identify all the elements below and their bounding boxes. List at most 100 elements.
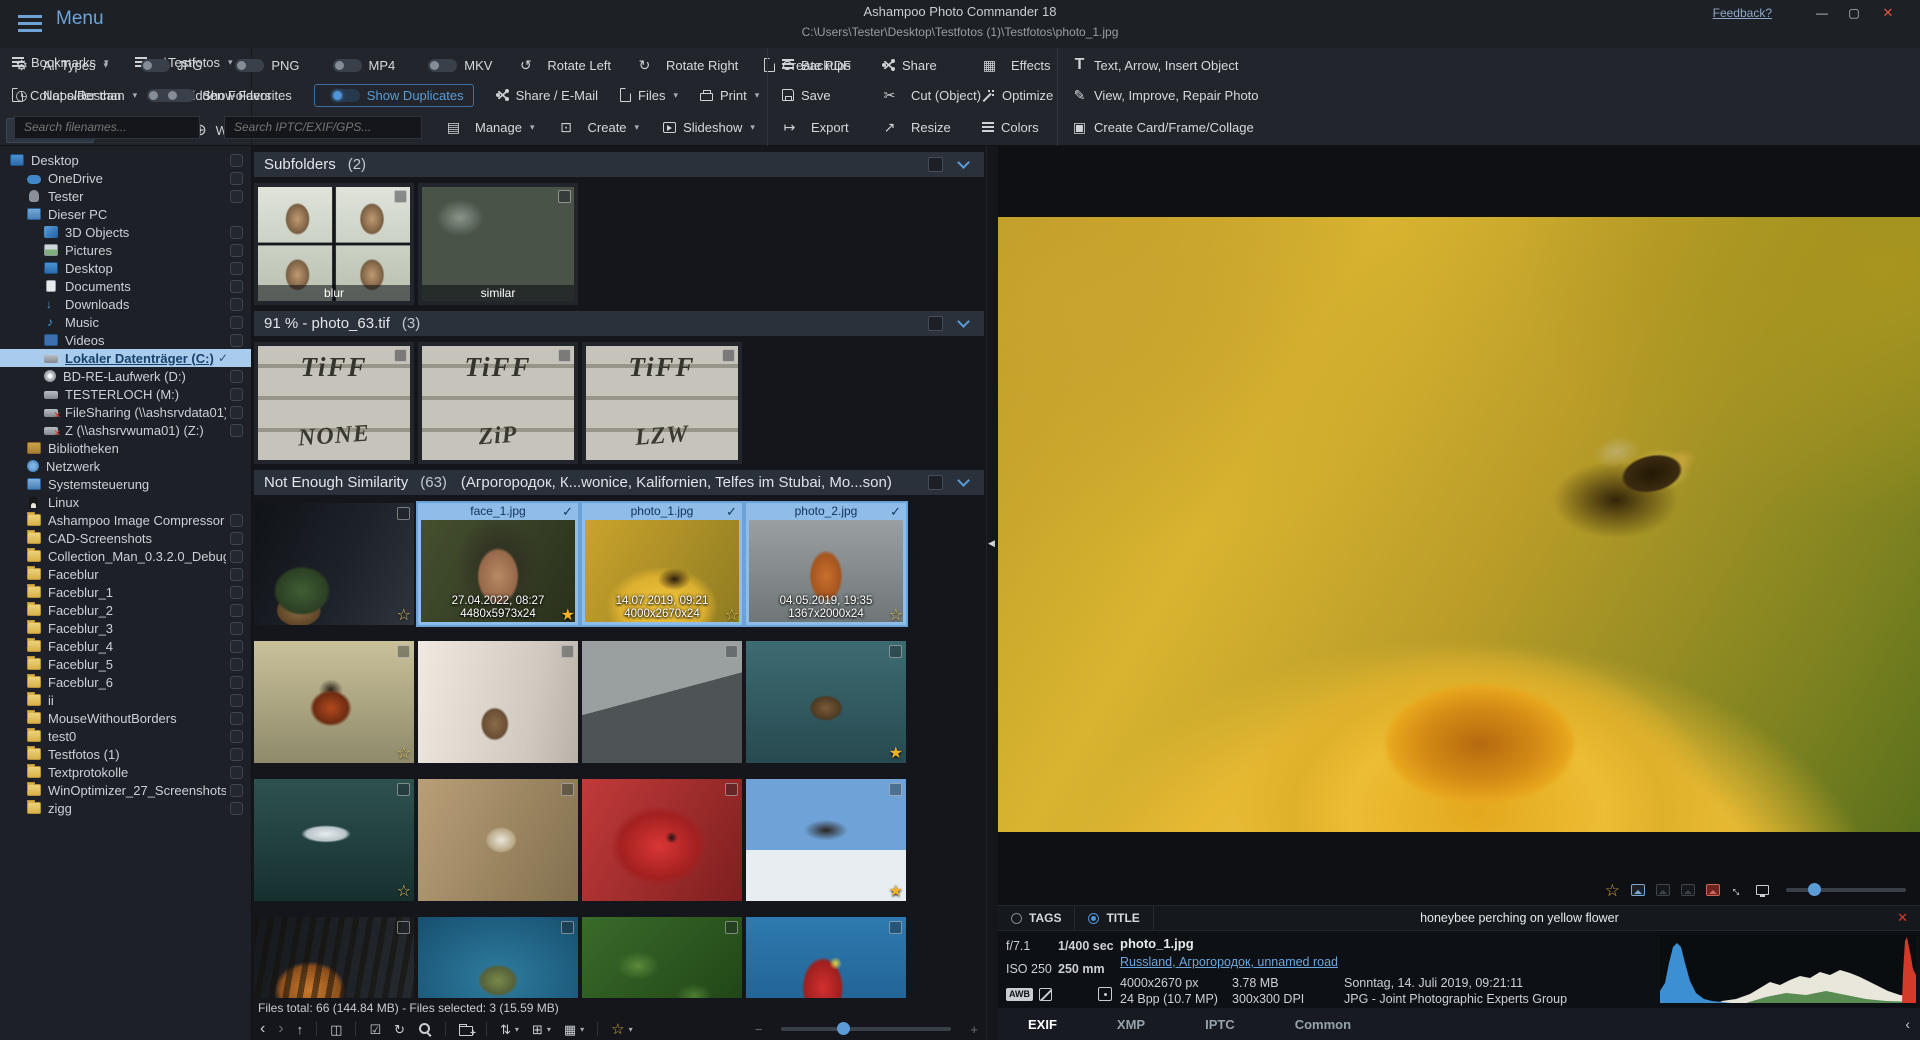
folder-checkbox[interactable]: [230, 514, 243, 527]
tab-common[interactable]: Common: [1265, 1017, 1381, 1032]
monitor-icon[interactable]: [1756, 885, 1769, 895]
folder-checkbox[interactable]: [230, 298, 243, 311]
folder-tree-item[interactable]: Ashampoo Image Compressor: [0, 511, 251, 529]
thumbnail-checkbox[interactable]: [397, 507, 410, 520]
folder-checkbox[interactable]: [230, 424, 243, 437]
folder-tree-item[interactable]: Faceblur: [0, 565, 251, 583]
thumbnail-checkbox[interactable]: [722, 349, 735, 362]
subfolder-thumbnail[interactable]: blur: [254, 183, 414, 305]
favorite-star-icon[interactable]: ★: [889, 882, 903, 901]
thumbnail-checkbox[interactable]: [725, 645, 738, 658]
thumbnail-checkbox[interactable]: [558, 190, 571, 203]
folder-tree-item[interactable]: Pictures: [0, 241, 251, 259]
thumbnail-zoom-slider[interactable]: [781, 1027, 951, 1031]
folder-tree-item[interactable]: 3D Objects: [0, 223, 251, 241]
tiff-thumbnail[interactable]: TiFF LZW: [582, 342, 742, 464]
favorite-star-icon[interactable]: ☆: [397, 882, 411, 901]
folder-checkbox[interactable]: [230, 748, 243, 761]
maximize-button[interactable]: ▢: [1842, 4, 1866, 22]
folder-checkbox[interactable]: [230, 622, 243, 635]
panel-splitter[interactable]: ◀: [986, 146, 998, 1040]
folder-checkbox[interactable]: [230, 586, 243, 599]
folder-tree-item[interactable]: zigg: [0, 799, 251, 817]
folder-checkbox[interactable]: [230, 712, 243, 725]
section-checkbox[interactable]: [928, 475, 943, 490]
backups-button[interactable]: Backups: [782, 59, 882, 72]
folder-tree-item[interactable]: WinOptimizer_27_Screenshots: [0, 781, 251, 799]
favorite-star-icon[interactable]: ☆: [725, 606, 739, 625]
folder-checkbox[interactable]: [230, 676, 243, 689]
chevron-down-icon[interactable]: [957, 315, 970, 328]
subfolder-thumbnail[interactable]: similar: [418, 183, 578, 305]
favorite-star-icon[interactable]: ☆: [889, 606, 903, 625]
folder-tree-item[interactable]: Collection_Man_0.3.2.0_Debug_Tes: [0, 547, 251, 565]
folder-checkbox[interactable]: [230, 334, 243, 347]
photo-thumbnail[interactable]: ☆: [254, 503, 414, 625]
title-tab[interactable]: TITLE: [1075, 906, 1153, 930]
folder-tree-item[interactable]: Faceblur_1: [0, 583, 251, 601]
view-mode-3-button[interactable]: [1681, 884, 1695, 896]
folder-checkbox[interactable]: [230, 190, 243, 203]
photo-thumbnail[interactable]: ☆: [254, 779, 414, 901]
favorite-star-icon[interactable]: ★: [889, 744, 903, 763]
view-improve-repair-button[interactable]: ✎ View, Improve, Repair Photo: [1072, 88, 1259, 102]
folder-tree-item[interactable]: Dieser PC: [0, 205, 251, 223]
colors-button[interactable]: Colors: [982, 121, 1057, 134]
slideshow-button[interactable]: Slideshow ▾: [663, 121, 755, 134]
png-toggle[interactable]: PNG: [228, 59, 299, 72]
folder-checkbox[interactable]: [230, 658, 243, 671]
close-title-icon[interactable]: ✕: [1885, 910, 1920, 926]
folder-checkbox[interactable]: [230, 550, 243, 563]
folder-checkbox[interactable]: [230, 694, 243, 707]
mkv-toggle[interactable]: MKV: [421, 59, 492, 72]
refresh-button[interactable]: ↻: [394, 1023, 405, 1036]
folder-checkbox[interactable]: [230, 640, 243, 653]
folder-tree-item[interactable]: Faceblur_2: [0, 601, 251, 619]
create-card-frame-collage-button[interactable]: ▣ Create Card/Frame/Collage: [1072, 120, 1254, 134]
view-mode-4-button[interactable]: [1706, 884, 1720, 896]
thumbnail-checkbox[interactable]: [397, 645, 410, 658]
show-favorites-toggle[interactable]: Show Favorites: [159, 89, 292, 102]
folder-checkbox[interactable]: [230, 766, 243, 779]
thumbnail-checkbox[interactable]: [889, 921, 902, 934]
create-button[interactable]: ⊡ Create ▾: [559, 120, 640, 134]
folder-checkbox[interactable]: [230, 784, 243, 797]
preview-zoom-knob[interactable]: [1808, 883, 1821, 896]
folder-tree-item[interactable]: Linux: [0, 493, 251, 511]
favorites-filter-button[interactable]: ☆: [611, 1022, 624, 1037]
thumbnail-checkbox[interactable]: [561, 921, 574, 934]
photo-thumbnail[interactable]: ☆: [254, 917, 414, 998]
folder-tree-item[interactable]: OneDrive: [0, 169, 251, 187]
photo-thumbnail[interactable]: ☆: [254, 641, 414, 763]
photo-thumbnail[interactable]: ★: [746, 779, 906, 901]
thumbnail-checkbox[interactable]: [889, 783, 902, 796]
close-button[interactable]: ✕: [1876, 4, 1900, 22]
jpg-toggle[interactable]: JPG: [134, 59, 202, 72]
sort-button[interactable]: ⇅: [500, 1023, 511, 1036]
folder-checkbox[interactable]: [230, 388, 243, 401]
search-icon[interactable]: [418, 1022, 432, 1036]
folder-checkbox[interactable]: [230, 730, 243, 743]
folder-checkbox[interactable]: [230, 532, 243, 545]
folder-checkbox[interactable]: [230, 172, 243, 185]
folder-tree-item[interactable]: Faceblur_4: [0, 637, 251, 655]
folder-checkbox[interactable]: [230, 244, 243, 257]
files-button[interactable]: Files ▾: [620, 88, 678, 102]
show-duplicates-toggle[interactable]: Show Duplicates: [314, 84, 474, 107]
thumbnail-checkbox[interactable]: [558, 349, 571, 362]
folder-tree-item[interactable]: Faceblur_6: [0, 673, 251, 691]
text-arrow-insert-button[interactable]: T Text, Arrow, Insert Object: [1072, 57, 1239, 73]
tab-iptc[interactable]: IPTC: [1175, 1017, 1265, 1032]
folder-checkbox[interactable]: [230, 604, 243, 617]
thumbnail-checkbox[interactable]: [725, 783, 738, 796]
share-button[interactable]: Share: [882, 59, 982, 72]
thumbnail-checkbox[interactable]: [394, 349, 407, 362]
folder-checkbox[interactable]: [230, 280, 243, 293]
tiff-thumbnail[interactable]: TiFF ZiP: [418, 342, 578, 464]
favorite-star-icon[interactable]: ☆: [397, 744, 411, 763]
view-thumbnails-button[interactable]: ▦: [564, 1023, 576, 1036]
share-email-button[interactable]: Share / E-Mail: [496, 89, 598, 102]
folder-tree-item[interactable]: test0: [0, 727, 251, 745]
collapse-tabs-icon[interactable]: ‹: [1905, 1016, 1910, 1032]
view-mode-2-button[interactable]: [1656, 884, 1670, 896]
